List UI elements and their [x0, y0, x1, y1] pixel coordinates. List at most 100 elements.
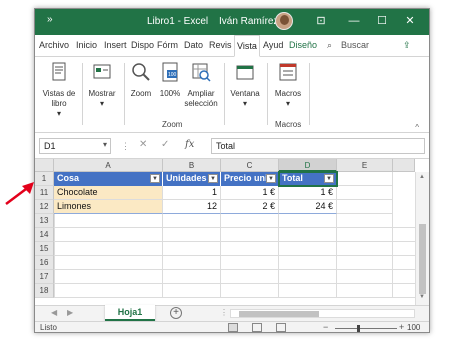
close-button[interactable]: ✕ [402, 13, 418, 29]
row-header[interactable]: 18 [35, 284, 54, 298]
tab-vista[interactable]: Vista [234, 35, 260, 57]
window-label: Ventana [230, 89, 260, 98]
table-cell[interactable]: 2 € [221, 200, 279, 214]
sheet-tab-bar: ◀ ▶ Hoja1 + ⋮ [35, 305, 429, 321]
vertical-scrollbar[interactable]: ▲ ▼ [415, 172, 429, 305]
row-header[interactable]: 16 [35, 256, 54, 270]
tab-disposicion[interactable]: Dispo [131, 40, 154, 50]
row-header[interactable]: 15 [35, 242, 54, 256]
filter-dropdown-icon[interactable]: ▼ [208, 174, 218, 183]
zoom-slider-knob[interactable] [357, 325, 360, 332]
row-header[interactable]: 14 [35, 228, 54, 242]
table-header-cell[interactable]: Precio uni ▼ [221, 172, 279, 186]
column-grid-line [392, 214, 393, 298]
column-header-c[interactable]: C [221, 159, 279, 172]
show-caret: ▾ [99, 99, 104, 108]
enter-icon[interactable]: ✓ [161, 139, 169, 150]
zoom-out-icon[interactable]: − [323, 322, 328, 332]
formula-input[interactable]: Total [211, 138, 425, 154]
add-sheet-icon[interactable]: + [170, 307, 182, 319]
zoom-100-button[interactable]: 100 100% [157, 61, 183, 99]
window-button[interactable]: Ventana ▾ [227, 61, 263, 109]
column-header-e[interactable]: E [337, 159, 393, 172]
cancel-icon[interactable]: ✕ [139, 139, 147, 150]
tab-archivo[interactable]: Archivo [39, 40, 69, 50]
workbook-views-caret: ▾ [56, 109, 61, 118]
select-all-corner[interactable] [35, 159, 54, 172]
column-header-b[interactable]: B [163, 159, 221, 172]
zoom-to-selection-button[interactable]: Ampliar selección [183, 61, 219, 109]
tab-inicio[interactable]: Inicio [76, 40, 97, 50]
svg-text:100: 100 [168, 72, 177, 78]
table-cell[interactable]: 24 € [279, 200, 337, 214]
table-header-cell[interactable]: Cosa ▼ [54, 172, 163, 186]
user-name[interactable]: Iván Ramírez [219, 16, 278, 27]
show-button[interactable]: Mostrar ▾ [84, 61, 120, 109]
table-cell[interactable]: 12 [163, 200, 221, 214]
zoom-percentage[interactable]: 100 % [407, 323, 429, 332]
column-grid-line [278, 214, 279, 298]
tab-diseno[interactable]: Diseño [289, 40, 317, 50]
share-icon[interactable]: ⇪ [403, 40, 411, 51]
zoom-selection-icon [192, 63, 211, 82]
normal-view-icon[interactable] [228, 323, 238, 332]
name-box[interactable]: D1 ▾ [39, 138, 111, 154]
scroll-down-icon[interactable]: ▼ [419, 294, 425, 300]
cell[interactable] [337, 200, 393, 214]
ribbon-display-options-button[interactable]: ⊡ [313, 13, 329, 29]
cell[interactable] [337, 172, 393, 186]
maximize-button[interactable]: ☐ [374, 13, 390, 29]
cell[interactable] [337, 186, 393, 200]
sheet-tab-hoja1[interactable]: Hoja1 [105, 305, 155, 321]
table-cell[interactable]: 1 € [279, 186, 337, 200]
workbook-views-icon [52, 62, 66, 81]
prev-sheet-icon[interactable]: ◀ [51, 308, 57, 317]
row-header[interactable]: 13 [35, 214, 54, 228]
column-grid-line [220, 214, 221, 298]
tab-ayuda[interactable]: Ayud [263, 40, 283, 50]
macros-button[interactable]: Macros ▾ [271, 61, 305, 109]
status-bar: Listo − + 100 % [35, 321, 429, 332]
zoom-button[interactable]: Zoom [127, 61, 155, 99]
column-grid-line [336, 214, 337, 298]
search-label[interactable]: Buscar [341, 40, 369, 50]
horizontal-scrollbar[interactable] [230, 309, 415, 318]
show-icon [93, 64, 111, 79]
table-cell[interactable]: Chocolate [54, 186, 163, 200]
next-sheet-icon[interactable]: ▶ [67, 308, 73, 317]
page-break-view-icon[interactable] [276, 323, 286, 332]
column-header-a[interactable]: A [54, 159, 163, 172]
insert-function-icon[interactable]: fx [185, 139, 194, 150]
tab-datos[interactable]: Dato [184, 40, 203, 50]
zoom-in-icon[interactable]: + [399, 322, 404, 332]
ribbon-separator [82, 63, 83, 125]
search-icon[interactable]: ⌕ [327, 40, 332, 51]
filter-dropdown-icon[interactable]: ▼ [266, 174, 276, 183]
tab-split-handle-icon[interactable]: ⋮ [220, 308, 228, 317]
collapse-ribbon-icon[interactable]: ^ [415, 123, 419, 132]
workbook-views-button[interactable]: Vistas de libro ▾ [39, 61, 79, 119]
tab-insertar[interactable]: Insert [104, 40, 127, 50]
zoom-slider[interactable] [335, 328, 397, 329]
macros-icon [279, 63, 297, 81]
annotation-arrow-icon [5, 182, 34, 205]
quick-access-toolbar[interactable]: » [47, 14, 52, 25]
table-cell[interactable]: Limones [54, 200, 163, 214]
table-cell[interactable]: 1 € [221, 186, 279, 200]
table-cell[interactable]: 1 [163, 186, 221, 200]
minimize-button[interactable]: — [346, 13, 362, 29]
column-grid-line [162, 214, 163, 298]
table-header-cell[interactable]: Unidades ▼ [163, 172, 221, 186]
empty-rows [54, 214, 415, 298]
avatar[interactable] [275, 12, 293, 30]
tab-revisar[interactable]: Revis [209, 40, 232, 50]
name-box-dropdown-icon[interactable]: ▾ [103, 140, 107, 149]
table-header-label: Cosa [57, 173, 80, 183]
vertical-scroll-thumb[interactable] [419, 224, 426, 294]
tab-formulas[interactable]: Fórm [157, 40, 178, 50]
filter-dropdown-icon[interactable]: ▼ [150, 174, 160, 183]
horizontal-scroll-thumb[interactable] [239, 311, 319, 317]
scroll-up-icon[interactable]: ▲ [419, 174, 425, 180]
page-layout-view-icon[interactable] [252, 323, 262, 332]
row-header[interactable]: 17 [35, 270, 54, 284]
